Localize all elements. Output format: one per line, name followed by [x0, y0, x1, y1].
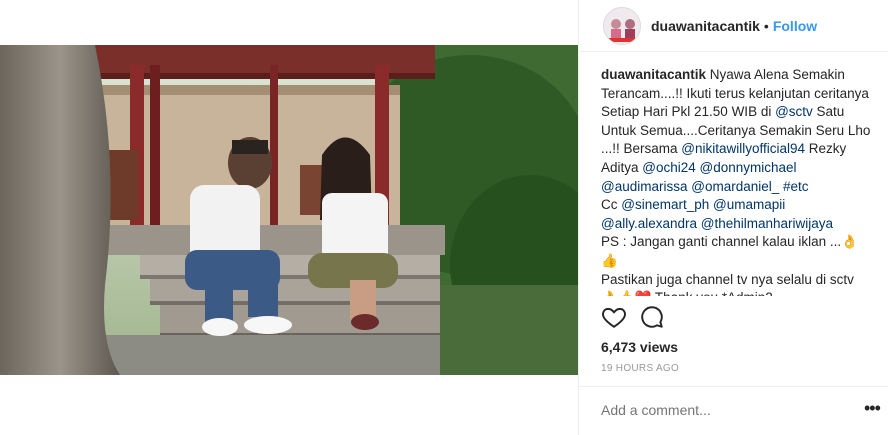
comment-bubble-icon[interactable]: [639, 304, 665, 330]
caption-mention[interactable]: @thehilmanhariwijaya: [701, 216, 833, 231]
avatar-image: [604, 7, 640, 44]
media-area: [0, 0, 578, 435]
video-frame: [0, 45, 578, 375]
post-caption: duawanitacantik Nyawa Alena Semakin Tera…: [579, 52, 888, 296]
video-player[interactable]: [0, 45, 578, 375]
caption-mention[interactable]: @sinemart_ph: [621, 197, 709, 212]
follow-button[interactable]: Follow: [773, 18, 817, 34]
post-header: duawanitacantik • Follow: [579, 0, 888, 52]
caption-mention[interactable]: @omardaniel_: [691, 179, 779, 194]
comment-input[interactable]: [601, 402, 851, 418]
caption-mention[interactable]: @umamapii: [713, 197, 785, 212]
more-options-icon[interactable]: •••: [864, 398, 882, 419]
avatar[interactable]: [603, 6, 641, 45]
caption-mention[interactable]: @donnymichael: [700, 160, 797, 175]
action-bar: [601, 304, 665, 330]
caption-username[interactable]: duawanitacantik: [601, 67, 706, 82]
caption-text: Nyawa Alena Semakin Terancam....!! Ikuti…: [601, 67, 870, 296]
caption-mention[interactable]: @sctv: [775, 104, 813, 119]
caption-segment: 👌👍❤️ Thank you *Admin2: [601, 290, 773, 296]
heart-icon[interactable]: [601, 304, 627, 330]
divider: [579, 386, 888, 387]
caption-mention[interactable]: @ally.alexandra: [601, 216, 697, 231]
caption-mention[interactable]: @nikitawillyofficial94: [681, 141, 805, 156]
instagram-post-view: duawanitacantik • Follow duawanitacantik…: [0, 0, 888, 435]
post-side-panel: duawanitacantik • Follow duawanitacantik…: [578, 0, 888, 435]
caption-mention[interactable]: @audimarissa: [601, 179, 687, 194]
caption-segment: Pastikan juga channel tv nya selalu di s…: [601, 271, 854, 287]
caption-segment: Cc: [601, 197, 622, 213]
timestamp: 19 hours ago: [601, 363, 680, 374]
separator-dot: •: [763, 17, 769, 34]
view-count: 6,473 views: [601, 339, 679, 355]
caption-mention[interactable]: @ochi24: [642, 160, 696, 175]
username-link[interactable]: duawanitacantik: [651, 18, 760, 34]
caption-segment: PS : Jangan ganti channel kalau iklan ..…: [601, 234, 858, 268]
caption-mention[interactable]: #etc: [783, 179, 809, 194]
